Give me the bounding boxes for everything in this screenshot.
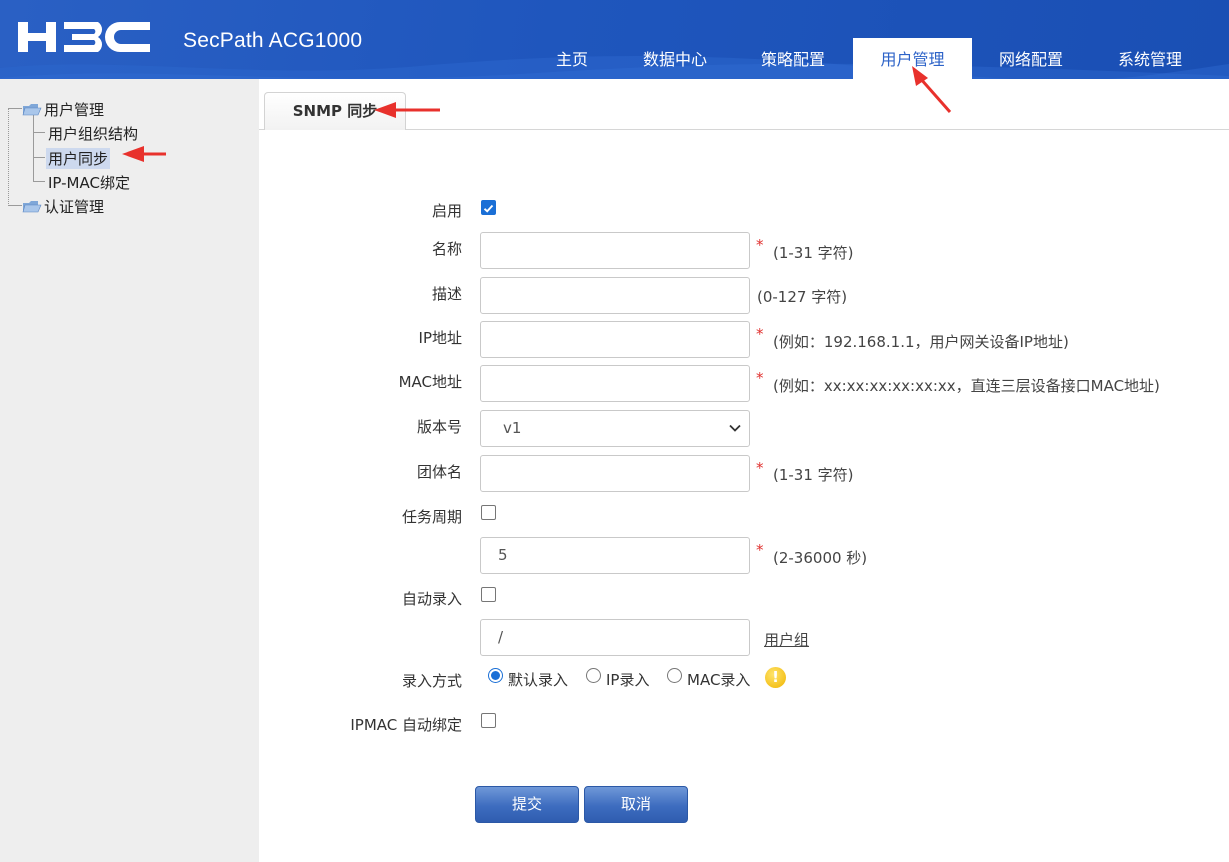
tree-connector xyxy=(33,157,45,158)
auto-entry-label: 自动录入 xyxy=(401,590,462,608)
mac-address-label: MAC地址 xyxy=(398,373,462,391)
radio-mac-entry-label: MAC录入 xyxy=(687,671,751,689)
radio-ip-entry-label: IP录入 xyxy=(606,671,650,689)
auto-entry-checkbox[interactable] xyxy=(481,587,496,602)
task-period-checkbox[interactable] xyxy=(481,505,496,520)
required-mark: * xyxy=(756,541,764,559)
tree-connector xyxy=(8,108,22,109)
top-header: SecPath ACG1000 主页 数据中心 策略配置 用户管理 网络配置 系… xyxy=(0,0,1229,79)
chevron-down-icon xyxy=(729,424,741,432)
nav-system-management[interactable]: 系统管理 xyxy=(1106,38,1194,79)
tree-item-ip-mac-binding[interactable]: IP-MAC绑定 xyxy=(48,172,130,193)
tree-connector xyxy=(8,205,22,206)
ip-address-hint: (例如：192.168.1.1，用户网关设备IP地址) xyxy=(773,333,1069,351)
enable-checkbox[interactable] xyxy=(481,200,496,215)
description-hint: (0-127 字符) xyxy=(757,288,848,306)
mac-address-hint: (例如：xx:xx:xx:xx:xx:xx，直连三层设备接口MAC地址) xyxy=(773,377,1160,395)
task-period-hint: (2-36000 秒) xyxy=(773,549,868,567)
sidebar-tree: 用户管理 用户组织结构 用户同步 IP-MAC绑定 认证管理 xyxy=(0,79,259,862)
ip-address-input[interactable] xyxy=(480,321,750,358)
task-period-input[interactable]: 5 xyxy=(480,537,750,574)
nav-home[interactable]: 主页 xyxy=(540,38,604,79)
annotation-arrow-icon xyxy=(122,146,166,162)
radio-default-entry-label: 默认录入 xyxy=(508,671,569,689)
version-select[interactable]: v1 xyxy=(480,410,750,447)
required-mark: * xyxy=(756,236,764,254)
version-label: 版本号 xyxy=(416,418,462,436)
radio-ip-entry[interactable] xyxy=(586,668,601,683)
enable-label: 启用 xyxy=(431,202,462,220)
main-nav: 主页 数据中心 策略配置 用户管理 网络配置 系统管理 xyxy=(0,38,1229,79)
task-period-label: 任务周期 xyxy=(401,508,462,526)
folder-open-icon xyxy=(22,201,42,213)
warning-icon[interactable]: ! xyxy=(765,667,786,688)
tree-group-auth-management[interactable]: 认证管理 xyxy=(44,196,104,217)
tree-connector xyxy=(8,108,9,206)
description-label: 描述 xyxy=(431,285,462,303)
tree-connector xyxy=(33,132,45,133)
user-group-input[interactable]: / xyxy=(480,619,750,656)
required-mark: * xyxy=(756,459,764,477)
required-mark: * xyxy=(756,369,764,387)
radio-mac-entry[interactable] xyxy=(667,668,682,683)
check-icon xyxy=(483,204,494,213)
mac-address-input[interactable] xyxy=(480,365,750,402)
ipmac-auto-bind-checkbox[interactable] xyxy=(481,713,496,728)
description-input[interactable] xyxy=(480,277,750,314)
tree-item-user-sync[interactable]: 用户同步 xyxy=(46,148,111,169)
name-input[interactable] xyxy=(480,232,750,269)
required-mark: * xyxy=(756,325,764,343)
tree-group-user-management[interactable]: 用户管理 xyxy=(44,99,104,120)
tree-connector xyxy=(33,115,34,182)
name-hint: (1-31 字符) xyxy=(773,244,854,262)
nav-network-config[interactable]: 网络配置 xyxy=(987,38,1075,79)
nav-data-center[interactable]: 数据中心 xyxy=(631,38,719,79)
version-selected-value: v1 xyxy=(503,419,522,437)
submit-button[interactable]: 提交 xyxy=(475,786,579,823)
folder-open-icon xyxy=(22,104,42,116)
annotation-arrow-icon xyxy=(912,66,952,113)
community-hint: (1-31 字符) xyxy=(773,466,854,484)
nav-policy-config[interactable]: 策略配置 xyxy=(749,38,837,79)
community-input[interactable] xyxy=(480,455,750,492)
name-label: 名称 xyxy=(431,240,462,258)
community-label: 团体名 xyxy=(416,463,462,481)
tree-connector xyxy=(33,181,45,182)
ipmac-auto-bind-label: IPMAC 自动绑定 xyxy=(350,716,462,734)
cancel-button[interactable]: 取消 xyxy=(584,786,688,823)
radio-default-entry[interactable] xyxy=(488,668,503,683)
tree-item-user-org-structure[interactable]: 用户组织结构 xyxy=(48,123,138,144)
entry-mode-label: 录入方式 xyxy=(401,672,462,690)
ip-address-label: IP地址 xyxy=(418,329,462,347)
annotation-arrow-icon xyxy=(374,102,440,118)
user-group-link[interactable]: 用户组 xyxy=(764,629,809,650)
